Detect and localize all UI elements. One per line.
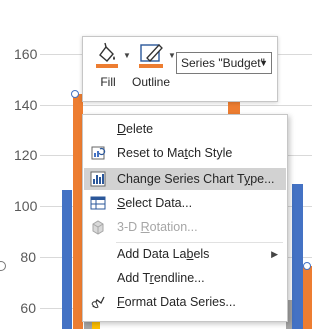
series-selector-value: Series "Budget": [181, 56, 265, 70]
reset-style-icon: [91, 146, 106, 160]
change-chart-type-icon: [90, 171, 106, 187]
select-data-icon: [90, 196, 106, 210]
y-axis-tick-label: 60: [20, 300, 36, 316]
bar-actual[interactable]: [292, 184, 303, 329]
outline-label: Outline: [131, 75, 171, 89]
fill-label: Fill: [100, 75, 116, 89]
menu-item-label: 3-D Rotation...: [117, 220, 198, 234]
menu-item-add-data-labels[interactable]: Add Data Labels ▶: [84, 243, 286, 265]
bar-actual[interactable]: [62, 190, 72, 329]
context-menu: Delete Reset to Match Style Change Serie…: [82, 114, 288, 322]
y-axis-tick-label: 100: [14, 198, 38, 214]
menu-item-delete[interactable]: Delete: [84, 118, 286, 140]
menu-item-label: Change Series Chart Type...: [117, 172, 275, 186]
chevron-down-icon: ▼: [259, 58, 268, 68]
y-axis-tick-label: 160: [14, 46, 38, 62]
menu-item-label: Delete: [117, 122, 154, 136]
paint-bucket-icon: [96, 42, 118, 68]
format-data-series-icon: [91, 296, 105, 309]
submenu-arrow-icon: ▶: [271, 249, 278, 259]
menu-item-3d-rotation[interactable]: 3-D Rotation...: [84, 216, 286, 238]
series-selector-dropdown[interactable]: Series "Budget" ▼: [176, 52, 272, 74]
menu-item-format-data-series[interactable]: Format Data Series...: [84, 291, 286, 313]
format-mini-toolbar: ▼ Fill ▼ Outline Series "Budget" ▼: [82, 36, 278, 102]
menu-item-add-trendline[interactable]: Add Trendline...: [84, 267, 286, 289]
y-axis-tick-label: 120: [14, 147, 38, 163]
menu-item-label: Add Trendline...: [117, 271, 205, 285]
menu-item-change-series-chart-type[interactable]: Change Series Chart Type...: [84, 168, 286, 190]
chevron-down-icon[interactable]: ▼: [168, 51, 176, 60]
y-axis-tick-label: 80: [20, 249, 36, 265]
menu-item-select-data[interactable]: Select Data...: [84, 192, 286, 214]
chart-area-handle[interactable]: [0, 261, 6, 271]
bar-budget-selected[interactable]: [228, 100, 240, 114]
chevron-down-icon[interactable]: ▼: [123, 51, 131, 60]
menu-item-reset-style[interactable]: Reset to Match Style: [84, 142, 286, 164]
pen-outline-icon: [139, 44, 163, 68]
menu-item-label: Reset to Match Style: [117, 146, 233, 160]
y-axis-tick-label: 140: [14, 97, 38, 113]
3d-rotation-icon: [92, 220, 104, 235]
bar-budget-selected[interactable]: [303, 266, 312, 329]
selection-handle[interactable]: [303, 262, 311, 270]
menu-item-label: Format Data Series...: [117, 295, 236, 309]
fill-button[interactable]: ▼ Fill: [91, 41, 131, 97]
menu-item-label: Select Data...: [117, 196, 193, 210]
outline-button[interactable]: ▼ Outline: [131, 41, 176, 97]
selection-handle[interactable]: [71, 90, 79, 98]
menu-item-label: Add Data Labels: [117, 247, 210, 261]
excel-chart-area[interactable]: 160 140 120 100 80 60 ▼ Fill ▼ Outline S…: [0, 0, 312, 329]
